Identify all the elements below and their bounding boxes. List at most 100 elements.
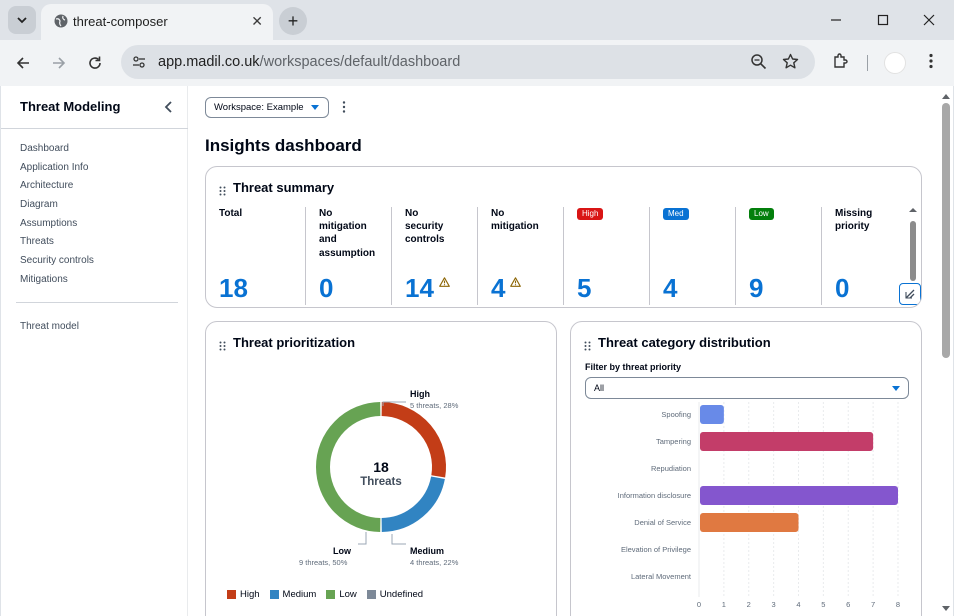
- page-scrollbar-thumb[interactable]: [942, 103, 950, 358]
- sidebar-links: Dashboard Application Info Architecture …: [20, 143, 94, 293]
- browser-tab-strip: threat-composer ✕ +: [0, 0, 954, 40]
- back-button[interactable]: [12, 52, 34, 74]
- legend-swatch: [227, 590, 236, 599]
- caret-down-icon: [892, 386, 900, 391]
- expand-button[interactable]: [899, 283, 921, 305]
- category-label: Lateral Movement: [631, 572, 692, 581]
- legend-item-medium[interactable]: Medium: [269, 589, 316, 600]
- zoom-icon[interactable]: [750, 53, 767, 75]
- leader-line-low: [358, 532, 367, 545]
- bar-information-disclosure: [700, 486, 898, 505]
- metric-no-mitigation-assumption: No mitigation and assumption 0: [305, 207, 391, 305]
- plus-icon: +: [287, 10, 299, 31]
- legend-item-high[interactable]: High: [227, 589, 260, 600]
- sidebar-divider: [1, 128, 188, 129]
- x-tick-label: 6: [846, 600, 850, 609]
- card-title: Threat summary: [233, 180, 335, 195]
- category-bar-chart: 0 1 2 3 4 5 6 7 8 Spoofing Tampering Repudiation Inf…: [618, 402, 900, 609]
- metric-high-priority: High 5: [563, 207, 649, 305]
- drag-handle-icon[interactable]: [219, 183, 226, 201]
- browser-menu-icon[interactable]: [924, 52, 938, 75]
- main-content: Workspace: Example Insights dashboard Th…: [189, 86, 939, 616]
- donut-label-low: Low: [333, 546, 351, 556]
- browser-tab[interactable]: threat-composer ✕: [41, 4, 273, 40]
- sidebar-item-assumptions[interactable]: Assumptions: [20, 218, 94, 237]
- tab-search-button[interactable]: [8, 6, 36, 34]
- site-settings-icon[interactable]: [131, 54, 147, 75]
- bar-denial-of-service: [700, 513, 799, 532]
- url-host: app.madil.co.uk: [158, 54, 260, 70]
- metric-value[interactable]: 14: [405, 273, 434, 303]
- donut-center-label: Threats: [360, 476, 402, 488]
- metric-value[interactable]: 5: [577, 273, 591, 303]
- legend-item-undefined[interactable]: Undefined: [366, 589, 423, 600]
- donut-label-high: High: [410, 389, 430, 399]
- category-label: Tampering: [656, 437, 691, 446]
- toolbar-divider: [867, 55, 868, 71]
- x-tick-label: 1: [722, 600, 726, 609]
- summary-scrollbar[interactable]: [907, 205, 919, 285]
- filter-selected-value: All: [594, 383, 605, 393]
- threat-prioritization-card: Threat prioritization High 5 threats, 28…: [205, 321, 557, 616]
- metric-label: Missing priority: [835, 208, 873, 233]
- url-text: app.madil.co.uk/workspaces/default/dashb…: [158, 54, 460, 70]
- drag-handle-icon[interactable]: [584, 338, 591, 356]
- address-bar[interactable]: app.madil.co.uk/workspaces/default/dashb…: [121, 45, 815, 79]
- sidebar-title: Threat Modeling: [20, 99, 121, 114]
- metric-value[interactable]: 18: [219, 273, 248, 303]
- page-scrollbar[interactable]: [939, 86, 953, 616]
- sidebar-item-dashboard[interactable]: Dashboard: [20, 143, 94, 162]
- sidebar-item-diagram[interactable]: Diagram: [20, 199, 94, 218]
- priority-filter-select[interactable]: All: [585, 377, 909, 399]
- x-tick-label: 5: [821, 600, 825, 609]
- side-navigation: Threat Modeling Dashboard Application In…: [1, 86, 188, 616]
- more-actions-icon[interactable]: [341, 100, 347, 119]
- donut-detail-medium: 4 threats, 22%: [410, 558, 459, 567]
- maximize-button[interactable]: [873, 10, 893, 30]
- metric-value[interactable]: 0: [835, 273, 849, 303]
- workspace-selector-label: Workspace: Example: [214, 102, 304, 113]
- extensions-icon[interactable]: [832, 52, 850, 75]
- x-tick-label: 2: [747, 600, 751, 609]
- legend-swatch: [366, 590, 376, 599]
- maximize-icon: [877, 14, 889, 26]
- bookmark-star-icon[interactable]: [782, 53, 799, 75]
- category-label: Spoofing: [661, 410, 691, 419]
- warning-icon: [439, 274, 450, 292]
- metric-low-priority: Low 9: [735, 207, 821, 305]
- priority-legend: High Medium Low Undefined: [227, 589, 423, 600]
- close-window-button[interactable]: [919, 10, 939, 30]
- donut-detail-high: 5 threats, 28%: [410, 401, 459, 410]
- sidebar-item-security-controls[interactable]: Security controls: [20, 255, 94, 274]
- sidebar-item-mitigations[interactable]: Mitigations: [20, 274, 94, 293]
- legend-label: Low: [339, 589, 357, 600]
- reload-button[interactable]: [84, 52, 106, 74]
- new-tab-button[interactable]: +: [279, 7, 307, 35]
- legend-label: High: [240, 589, 260, 600]
- metric-value[interactable]: 4: [491, 273, 505, 303]
- sidebar-item-threat-model[interactable]: Threat model: [20, 321, 79, 332]
- sidebar-item-architecture[interactable]: Architecture: [20, 180, 94, 199]
- workspace-selector[interactable]: Workspace: Example: [205, 97, 329, 118]
- sidebar-item-application-info[interactable]: Application Info: [20, 162, 94, 181]
- web-page: Threat Modeling Dashboard Application In…: [1, 86, 953, 616]
- minimize-button[interactable]: [826, 10, 846, 30]
- metric-label: No security controls: [405, 208, 445, 246]
- legend-swatch: [269, 590, 279, 599]
- metric-value[interactable]: 4: [663, 273, 677, 303]
- metric-total: Total 18: [206, 207, 292, 305]
- metric-value[interactable]: 9: [749, 273, 763, 303]
- forward-button[interactable]: [48, 52, 70, 74]
- profile-avatar[interactable]: [884, 52, 906, 74]
- warning-icon: [510, 274, 521, 292]
- close-tab-icon[interactable]: ✕: [251, 13, 263, 29]
- metric-missing-priority: Missing priority 0: [821, 207, 907, 305]
- globe-icon: [53, 13, 69, 34]
- legend-item-low[interactable]: Low: [326, 589, 357, 600]
- metric-value[interactable]: 0: [319, 273, 333, 303]
- sidebar-item-threats[interactable]: Threats: [20, 236, 94, 255]
- close-icon: [923, 14, 935, 26]
- x-tick-label: 3: [772, 600, 776, 609]
- collapse-sidebar-icon[interactable]: [163, 100, 175, 119]
- bar-spoofing: [700, 405, 724, 424]
